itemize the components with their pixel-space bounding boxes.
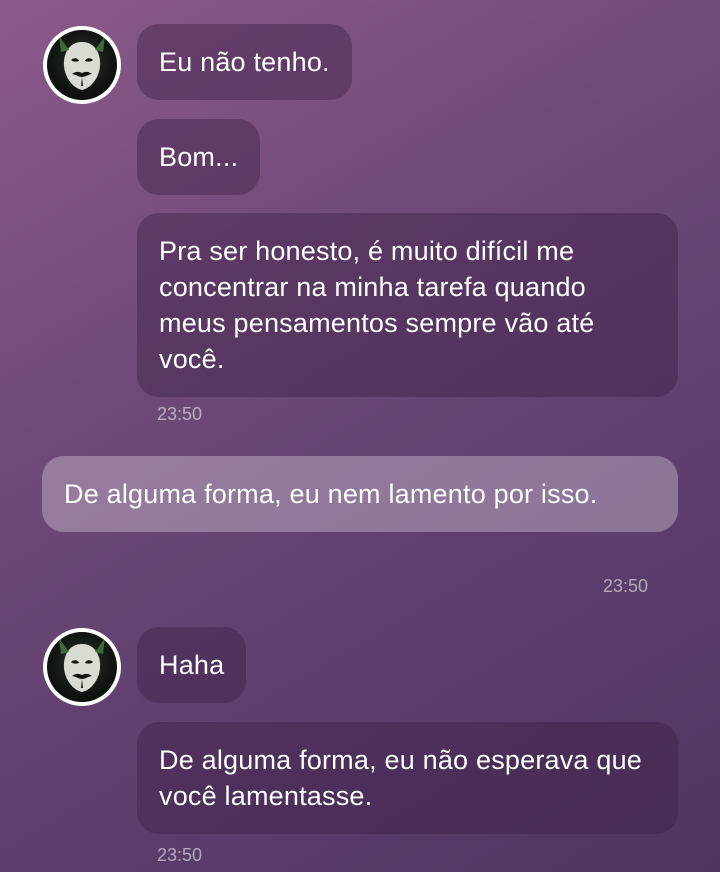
mask-avatar-icon bbox=[47, 632, 117, 702]
message-bubble[interactable]: Eu não tenho. bbox=[137, 24, 352, 100]
chat-thread: Eu não tenho. Bom... Pra ser honesto, é … bbox=[0, 0, 720, 872]
message-bubble[interactable]: De alguma forma, eu não esperava que voc… bbox=[137, 722, 678, 834]
contact-avatar[interactable] bbox=[43, 628, 121, 706]
contact-avatar[interactable] bbox=[43, 26, 121, 104]
message-bubble[interactable]: Haha bbox=[137, 627, 247, 703]
mask-avatar-icon bbox=[47, 30, 117, 100]
message-timestamp: 23:50 bbox=[157, 845, 203, 865]
message-bubble-outgoing[interactable]: De alguma forma, eu nem lamento por isso… bbox=[42, 456, 678, 532]
message-timestamp: 23:50 bbox=[157, 404, 203, 424]
message-timestamp: 23:50 bbox=[603, 576, 649, 596]
message-bubble[interactable]: Pra ser honesto, é muito difícil me conc… bbox=[137, 213, 678, 397]
message-bubble[interactable]: Bom... bbox=[137, 119, 261, 195]
